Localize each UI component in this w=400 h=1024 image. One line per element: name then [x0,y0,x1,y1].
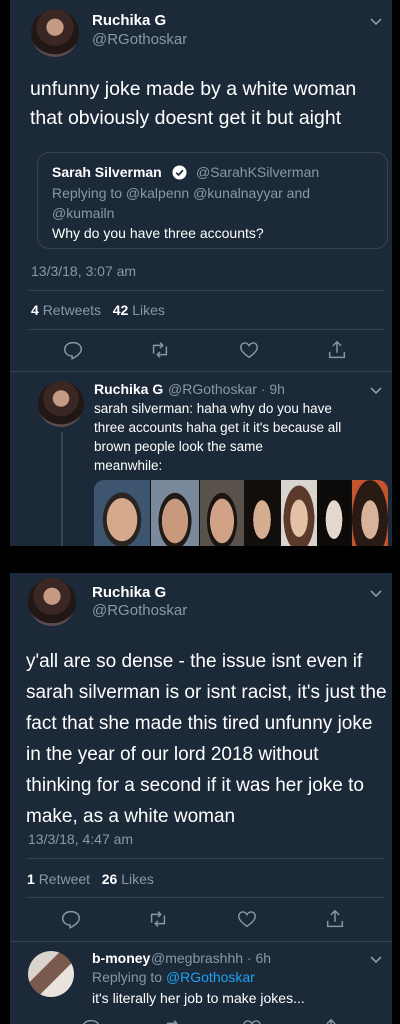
tweet-actions [50,339,390,363]
reply-author-name[interactable]: Ruchika G [94,381,163,397]
tweet-text-line: sarah silverman is or isnt racist, it's … [26,682,387,703]
tweet-actions [48,908,388,932]
tweet-text-line: in the year of our lord 2018 without [26,744,319,765]
likes-count[interactable]: 42 [113,302,129,318]
reply-text-line-3: brown people look the same [94,439,263,454]
verified-badge-icon [172,165,187,180]
photo-face [281,480,317,546]
photo-face [352,480,388,546]
divider [10,371,392,372]
quoted-tweet-text: Why do you have three accounts? [52,225,264,241]
photo-face [200,480,244,546]
retweet-icon[interactable] [149,339,171,361]
like-icon[interactable] [236,908,258,930]
tweet-panel-1: Ruchika G @RGothoskar unfunny joke made … [10,0,392,546]
divider [29,290,384,291]
reply-text: it's literally her job to make jokes... [92,990,305,1006]
reply-text: sarah silverman: haha why do you have th… [94,399,341,475]
attached-photo-collage[interactable] [94,480,388,546]
tweet-panel-2: Ruchika G @RGothoskar y'all are so dense… [10,573,392,1024]
likes-count[interactable]: 26 [102,871,118,887]
like-icon[interactable] [238,339,260,361]
divider [27,897,384,898]
quoted-author-name: Sarah Silverman [52,164,162,180]
replying-to: Replying to @RGothoskar [92,969,255,985]
reply-icon[interactable] [62,339,84,361]
quoted-replying-line-1: Replying to @kalpenn @kunalnayyar and [52,185,311,201]
likes-label[interactable]: Likes [132,302,165,318]
reply-text-line-1: sarah silverman: haha why do you have [94,401,332,416]
tweet-stats: 1 Retweet 26 Likes [27,871,154,887]
divider [10,941,392,942]
chevron-down-icon[interactable] [369,383,383,397]
reply-icon[interactable] [60,908,82,930]
reply-author-handle[interactable]: @megbrashhh · 6h [151,950,271,966]
chevron-down-icon[interactable] [369,14,383,28]
reply-text-line-2: three accounts haha get it it's because … [94,420,342,435]
tweet-text-line: y'all are so dense - the issue isnt even… [26,651,363,672]
reply-author-handle[interactable]: @RGothoskar · 9h [168,381,285,397]
author-avatar[interactable] [28,578,76,626]
tweet-text-line: fact that she made this tired unfunny jo… [26,713,373,734]
photo-face [317,480,351,546]
like-icon[interactable] [241,1017,263,1024]
reply-icon[interactable] [80,1017,102,1024]
share-icon[interactable] [326,339,348,361]
reply-author-name[interactable]: b-money [92,950,150,966]
retweet-icon[interactable] [163,1017,185,1024]
chevron-down-icon[interactable] [369,586,383,600]
author-handle[interactable]: @RGothoskar [92,602,187,619]
reply-avatar[interactable] [38,381,84,427]
tweet-timestamp[interactable]: 13/3/18, 4:47 am [28,831,133,847]
retweets-label[interactable]: Retweets [43,302,101,318]
author-name[interactable]: Ruchika G [92,12,166,29]
divider [29,329,384,330]
likes-label[interactable]: Likes [121,871,154,887]
author-avatar[interactable] [31,9,79,57]
retweets-count[interactable]: 1 [27,871,35,887]
quoted-replying-to: Replying to @kalpenn @kunalnayyar and @k… [52,183,372,223]
quoted-author-handle: @SarahKSilverman [196,164,320,180]
photo-face [94,480,150,546]
tweet-stats: 4 Retweets 42 Likes [31,302,165,318]
chevron-down-icon[interactable] [369,952,383,966]
share-icon[interactable] [320,1017,342,1024]
retweets-count[interactable]: 4 [31,302,39,318]
replying-to-prefix: Replying to [92,969,163,985]
tweet-text-line-1: unfunny joke made by a white woman [30,78,357,100]
retweet-icon[interactable] [147,908,169,930]
photo-face [151,480,199,546]
quoted-replying-line-2: @kumailn [52,205,115,221]
divider [27,858,384,859]
thread-line [61,432,63,546]
share-icon[interactable] [324,908,346,930]
tweet-text-line: make, as a white woman [26,806,236,827]
tweet-text-line-2: that obviously doesnt get it but aight [30,107,342,129]
tweet-timestamp[interactable]: 13/3/18, 3:07 am [31,263,136,279]
tweet-text: y'all are so dense - the issue isnt even… [26,646,387,832]
replying-to-handle[interactable]: @RGothoskar [166,969,255,985]
author-name[interactable]: Ruchika G [92,584,166,601]
retweets-label[interactable]: Retweet [39,871,90,887]
tweet-text-line: thinking for a second if it was her joke… [26,775,364,796]
reply-actions [68,1017,392,1024]
reply-text-line-4: meanwhile: [94,458,163,473]
reply-avatar[interactable] [28,951,74,997]
author-handle[interactable]: @RGothoskar [92,31,187,48]
quoted-tweet[interactable]: Sarah Silverman @SarahKSilverman Replyin… [37,152,388,249]
photo-face [244,480,280,546]
